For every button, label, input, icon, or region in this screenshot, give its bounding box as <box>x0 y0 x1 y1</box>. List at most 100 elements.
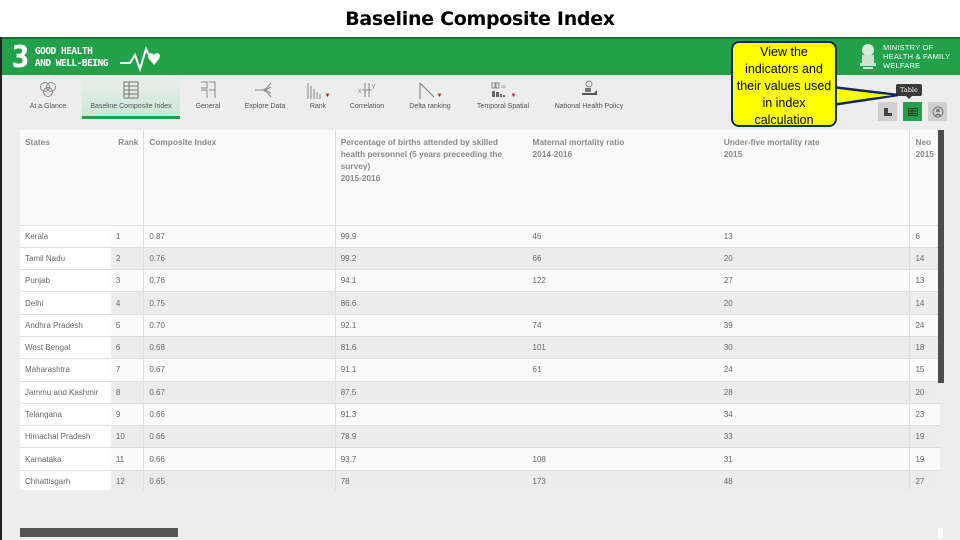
indicator-table: States Rank Composite Index Percentage o… <box>20 130 940 490</box>
nav-label: National Health Policy <box>554 103 624 110</box>
cell-state: Jammu and Kashmir <box>20 381 111 404</box>
nav-label: Rank <box>309 103 327 110</box>
cell-neonatal: 15 <box>909 358 940 382</box>
sdg-text: GOOD HEALTH AND WELL-BEING <box>35 46 109 70</box>
cell-neonatal: 14 <box>909 247 940 271</box>
ministry-text: MINISTRY OF HEALTH & FAMILY WELFARE <box>883 43 950 70</box>
column-header-under-five-mortality[interactable]: Under-five mortality rate 2015 <box>718 130 911 226</box>
cell-neonatal: 27 <box>909 470 940 490</box>
table-row[interactable]: Tamil Nadu 2 0.76 99.2 66 20 14 <box>20 247 940 271</box>
nav-item-correlation[interactable]: x Y Correlation <box>346 75 388 119</box>
table-row[interactable]: West Bengal 6 0.68 81.6 101 30 18 <box>20 336 940 360</box>
cell-births-attended: 87.5 <box>334 381 528 404</box>
cell-maternal-mortality: 61 <box>527 358 719 382</box>
cell-composite-index: 0.70 <box>143 314 336 337</box>
dropdown-caret-icon: ▼ <box>324 93 331 99</box>
cell-maternal-mortality: 108 <box>527 447 719 471</box>
cell-births-attended: 93.7 <box>334 447 528 471</box>
layout-icon <box>201 81 216 98</box>
cell-maternal-mortality <box>527 403 719 427</box>
table-row[interactable]: Punjab 3 0.76 94.1 122 27 13 <box>20 269 940 293</box>
cell-rank: 1 <box>110 225 145 248</box>
cell-rank: 4 <box>110 291 145 315</box>
cell-state: West Bengal <box>20 336 111 360</box>
nav-label: Correlation <box>349 103 385 110</box>
table-header-row: States Rank Composite Index Percentage o… <box>20 130 940 226</box>
cell-rank: 8 <box>110 381 145 404</box>
table-row[interactable]: Kerala 1 0.87 99.9 46 13 6 <box>20 225 940 248</box>
cell-neonatal: 23 <box>909 403 940 427</box>
cell-neonatal: 6 <box>909 225 940 248</box>
cell-maternal-mortality: 66 <box>527 247 719 271</box>
table-view-button[interactable] <box>903 102 922 121</box>
table-row[interactable]: Maharashtra 7 0.67 91.1 61 24 15 <box>20 358 940 382</box>
cell-state: Kerala <box>20 225 111 248</box>
cell-births-attended: 91.3 <box>334 403 528 427</box>
nav-item-national-health-policy[interactable]: National Health Policy <box>552 75 626 119</box>
temporal-icon: oc <box>491 82 506 97</box>
nav-label: Temporal Spatial <box>476 103 530 110</box>
cell-composite-index: 0.75 <box>143 291 336 315</box>
cell-under-five-mortality: 34 <box>718 403 910 427</box>
ministry-logo[interactable]: MINISTRY OF HEALTH & FAMILY WELFARE <box>857 42 950 70</box>
tree-branch-icon <box>255 82 272 98</box>
cell-composite-index: 0.65 <box>143 470 336 490</box>
table-row[interactable]: Telangana 9 0.66 91.3 34 23 <box>20 403 940 427</box>
nav-item-at-a-glance[interactable]: At a Glance <box>20 75 76 119</box>
person-icon <box>932 106 943 117</box>
horizontal-scrollbar[interactable] <box>20 528 178 537</box>
cell-under-five-mortality: 20 <box>718 291 910 315</box>
sdg-logo[interactable]: 3 GOOD HEALTH AND WELL-BEING <box>10 43 172 73</box>
cell-maternal-mortality: 74 <box>527 314 719 337</box>
ministry-line3: WELFARE <box>883 60 921 70</box>
cell-maternal-mortality <box>527 291 719 315</box>
table-grid-icon <box>123 81 139 99</box>
cell-maternal-mortality: 173 <box>527 470 719 490</box>
cell-births-attended: 78 <box>334 470 528 490</box>
cell-rank: 12 <box>110 470 145 490</box>
svg-text:Y: Y <box>371 84 376 91</box>
cell-state: Telangana <box>20 403 111 427</box>
cell-maternal-mortality <box>527 381 719 404</box>
cell-maternal-mortality: 46 <box>527 225 719 248</box>
table-row[interactable]: Karnataka 11 0.66 93.7 108 31 19 <box>20 447 940 471</box>
nav-item-rank[interactable]: ▼ Rank <box>302 75 334 119</box>
nav-item-explore-data[interactable]: Explore Data <box>240 75 290 119</box>
table-row[interactable]: Andhra Pradesh 5 0.70 92.1 74 39 24 <box>20 314 940 337</box>
table-row[interactable]: Himachal Pradesh 10 0.66 78.9 33 19 <box>20 425 940 449</box>
cell-composite-index: 0.87 <box>143 225 336 248</box>
cell-composite-index: 0.66 <box>143 447 336 471</box>
table-row[interactable]: Jammu and Kashmir 8 0.67 87.5 28 20 <box>20 381 940 404</box>
slide: Baseline Composite Index 3 GOOD HEALTH A… <box>0 0 960 540</box>
dropdown-caret-icon: ▼ <box>510 93 517 99</box>
column-header-maternal-mortality[interactable]: Maternal mortality ratio 2014-2016 <box>527 130 719 226</box>
cell-maternal-mortality: 122 <box>527 269 719 293</box>
nav-label: Explore Data <box>244 103 286 110</box>
svg-text:x: x <box>358 88 362 95</box>
cell-births-attended: 94.1 <box>334 269 528 293</box>
column-header-states[interactable]: States <box>20 130 111 226</box>
table-row[interactable]: Chhattisgarh 12 0.65 78 173 48 27 <box>20 470 940 490</box>
cell-rank: 5 <box>110 314 145 337</box>
nav-label: Delta ranking <box>409 103 451 110</box>
vertical-scrollbar[interactable] <box>938 130 944 383</box>
column-header-neonatal[interactable]: Neo 2015 <box>909 130 940 226</box>
cell-births-attended: 99.9 <box>334 225 528 248</box>
ministry-line2: HEALTH & FAMILY <box>883 51 951 61</box>
callout-pointer <box>832 85 899 107</box>
slide-title: Baseline Composite Index <box>345 8 615 30</box>
national-emblem-icon <box>860 44 876 69</box>
column-header-rank[interactable]: Rank <box>110 130 145 226</box>
cell-state: Andhra Pradesh <box>20 314 111 337</box>
nav-item-delta-ranking[interactable]: ▼ Delta ranking <box>404 75 456 119</box>
nav-item-general[interactable]: General <box>188 75 228 119</box>
table-row[interactable]: Delhi 4 0.75 86.6 20 14 <box>20 291 940 315</box>
nav-item-baseline-composite-index[interactable]: Baseline Composite Index <box>82 75 180 119</box>
column-header-births-attended[interactable]: Percentage of births attended by skilled… <box>335 130 528 226</box>
cell-composite-index: 0.68 <box>143 336 336 360</box>
cell-under-five-mortality: 48 <box>718 470 910 490</box>
nav-item-temporal-spatial[interactable]: oc ▼ Temporal Spatial <box>472 75 534 119</box>
cell-composite-index: 0.67 <box>143 381 336 404</box>
profile-view-button[interactable] <box>928 102 947 121</box>
column-header-composite-index[interactable]: Composite Index <box>143 130 336 226</box>
